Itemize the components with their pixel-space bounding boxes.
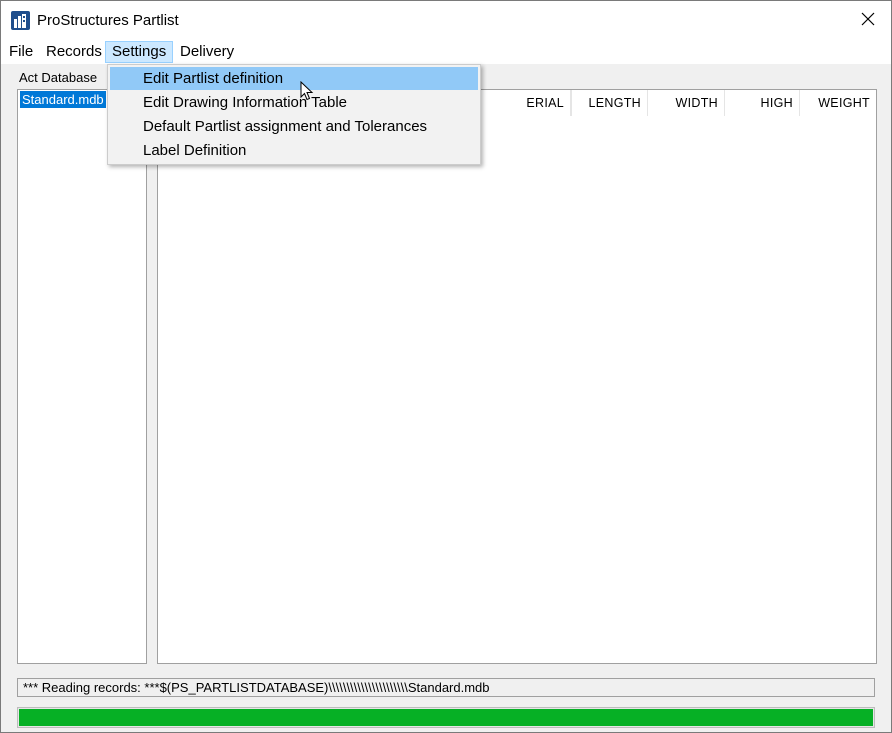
menu-item-edit-drawing-information-table[interactable]: Edit Drawing Information Table — [110, 91, 478, 114]
partlist-table[interactable]: ERIAL LENGTH WIDTH HIGH WEIGHT — [157, 89, 877, 664]
database-list[interactable]: Standard.mdb — [17, 89, 147, 664]
status-text: *** Reading records: ***$(PS_PARTLISTDAT… — [23, 680, 490, 695]
column-header-high[interactable]: HIGH — [725, 90, 800, 116]
menu-records[interactable]: Records — [40, 41, 108, 63]
menu-file[interactable]: File — [3, 41, 39, 63]
main-window: ProStructures Partlist File Records Sett… — [0, 0, 892, 733]
settings-dropdown-menu: Edit Partlist definition Edit Drawing In… — [107, 64, 481, 165]
menu-settings[interactable]: Settings — [105, 41, 174, 63]
database-item-standard[interactable]: Standard.mdb — [20, 91, 106, 108]
status-bar: *** Reading records: ***$(PS_PARTLISTDAT… — [17, 678, 875, 697]
column-header-weight[interactable]: WEIGHT — [800, 90, 876, 116]
menu-item-edit-partlist-definition[interactable]: Edit Partlist definition — [110, 67, 478, 90]
column-header-length[interactable]: LENGTH — [571, 90, 648, 116]
title-bar[interactable]: ProStructures Partlist — [1, 1, 891, 40]
menu-item-default-partlist-assignment[interactable]: Default Partlist assignment and Toleranc… — [110, 115, 478, 138]
progress-bar — [17, 707, 875, 728]
column-header-width[interactable]: WIDTH — [648, 90, 725, 116]
menu-item-label-definition[interactable]: Label Definition — [110, 139, 478, 162]
building-icon — [11, 11, 30, 30]
menu-delivery[interactable]: Delivery — [174, 41, 240, 63]
menu-bar: File Records Settings Delivery — [1, 40, 891, 64]
close-button[interactable] — [845, 1, 891, 40]
arrow-cursor-icon — [300, 80, 314, 104]
window-title: ProStructures Partlist — [37, 12, 179, 29]
close-icon — [861, 12, 875, 29]
act-database-label: Act Database — [19, 70, 98, 85]
progress-fill — [19, 709, 873, 726]
